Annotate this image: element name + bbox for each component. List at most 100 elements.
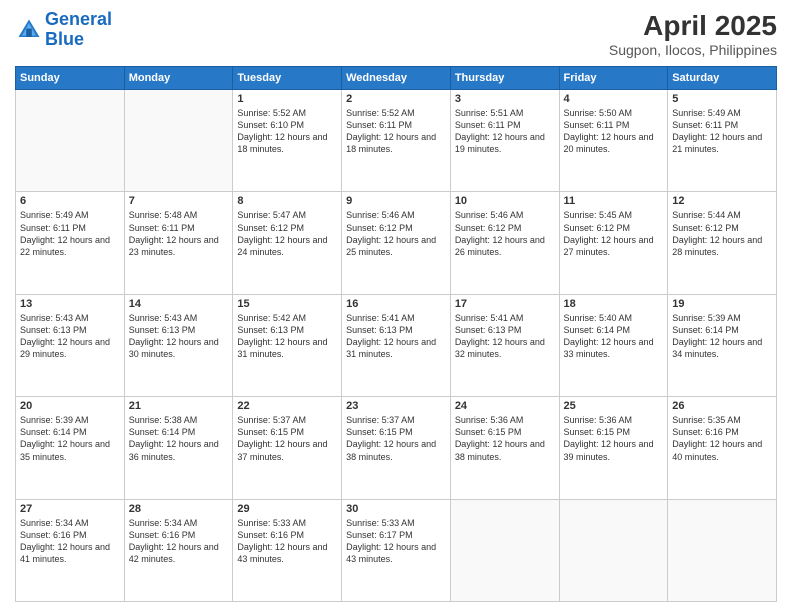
calendar-title: April 2025 xyxy=(609,10,777,42)
calendar-table: Sunday Monday Tuesday Wednesday Thursday… xyxy=(15,66,777,602)
table-row xyxy=(559,499,668,601)
col-friday: Friday xyxy=(559,67,668,90)
logo-line2: Blue xyxy=(45,29,84,49)
day-info: Sunrise: 5:35 AMSunset: 6:16 PMDaylight:… xyxy=(672,414,772,463)
table-row: 9 Sunrise: 5:46 AMSunset: 6:12 PMDaylight… xyxy=(342,192,451,294)
table-row: 7 Sunrise: 5:48 AMSunset: 6:11 PMDaylight… xyxy=(124,192,233,294)
day-info: Sunrise: 5:38 AMSunset: 6:14 PMDaylight:… xyxy=(129,414,229,463)
day-info: Sunrise: 5:36 AMSunset: 6:15 PMDaylight:… xyxy=(564,414,664,463)
day-info: Sunrise: 5:42 AMSunset: 6:13 PMDaylight:… xyxy=(237,312,337,361)
day-info: Sunrise: 5:39 AMSunset: 6:14 PMDaylight:… xyxy=(20,414,120,463)
day-number: 15 xyxy=(237,298,337,310)
day-number: 26 xyxy=(672,400,772,412)
day-number: 21 xyxy=(129,400,229,412)
day-number: 24 xyxy=(455,400,555,412)
day-number: 9 xyxy=(346,195,446,207)
day-info: Sunrise: 5:46 AMSunset: 6:12 PMDaylight:… xyxy=(346,209,446,258)
day-number: 4 xyxy=(564,93,664,105)
day-number: 29 xyxy=(237,503,337,515)
table-row: 11 Sunrise: 5:45 AMSunset: 6:12 PMDayligh… xyxy=(559,192,668,294)
day-number: 2 xyxy=(346,93,446,105)
calendar-week-row: 13Sunrise: 5:43 AMSunset: 6:13 PMDayligh… xyxy=(16,294,777,396)
day-number: 17 xyxy=(455,298,555,310)
table-row: 6 Sunrise: 5:49 AMSunset: 6:11 PMDaylight… xyxy=(16,192,125,294)
day-number: 28 xyxy=(129,503,229,515)
day-number: 27 xyxy=(20,503,120,515)
day-number: 14 xyxy=(129,298,229,310)
col-monday: Monday xyxy=(124,67,233,90)
table-row: 21 Sunrise: 5:38 AMSunset: 6:14 PMDayligh… xyxy=(124,397,233,499)
day-info: Sunrise: 5:34 AMSunset: 6:16 PMDaylight:… xyxy=(20,517,120,566)
table-row: 25 Sunrise: 5:36 AMSunset: 6:15 PMDayligh… xyxy=(559,397,668,499)
table-row: 15 Sunrise: 5:42 AMSunset: 6:13 PMDayligh… xyxy=(233,294,342,396)
table-row: 26 Sunrise: 5:35 AMSunset: 6:16 PMDayligh… xyxy=(668,397,777,499)
table-row: 5 Sunrise: 5:49 AMSunset: 6:11 PMDaylight… xyxy=(668,90,777,192)
table-row: 13Sunrise: 5:43 AMSunset: 6:13 PMDayligh… xyxy=(16,294,125,396)
day-number: 30 xyxy=(346,503,446,515)
calendar-week-row: 1 Sunrise: 5:52 AMSunset: 6:10 PMDaylight… xyxy=(16,90,777,192)
title-block: April 2025 Sugpon, Ilocos, Philippines xyxy=(609,10,777,58)
table-row xyxy=(450,499,559,601)
day-info: Sunrise: 5:40 AMSunset: 6:14 PMDaylight:… xyxy=(564,312,664,361)
day-number: 23 xyxy=(346,400,446,412)
day-number: 18 xyxy=(564,298,664,310)
table-row xyxy=(668,499,777,601)
col-wednesday: Wednesday xyxy=(342,67,451,90)
header: General Blue April 2025 Sugpon, Ilocos, … xyxy=(15,10,777,58)
table-row: 22 Sunrise: 5:37 AMSunset: 6:15 PMDayligh… xyxy=(233,397,342,499)
table-row: 1 Sunrise: 5:52 AMSunset: 6:10 PMDaylight… xyxy=(233,90,342,192)
col-sunday: Sunday xyxy=(16,67,125,90)
table-row xyxy=(16,90,125,192)
table-row: 2 Sunrise: 5:52 AMSunset: 6:11 PMDaylight… xyxy=(342,90,451,192)
day-info: Sunrise: 5:34 AMSunset: 6:16 PMDaylight:… xyxy=(129,517,229,566)
day-info: Sunrise: 5:49 AMSunset: 6:11 PMDaylight:… xyxy=(672,107,772,156)
table-row: 30Sunrise: 5:33 AMSunset: 6:17 PMDayligh… xyxy=(342,499,451,601)
day-info: Sunrise: 5:41 AMSunset: 6:13 PMDaylight:… xyxy=(455,312,555,361)
table-row: 24Sunrise: 5:36 AMSunset: 6:15 PMDayligh… xyxy=(450,397,559,499)
calendar-week-row: 27 Sunrise: 5:34 AMSunset: 6:16 PMDayligh… xyxy=(16,499,777,601)
day-number: 16 xyxy=(346,298,446,310)
day-number: 10 xyxy=(455,195,555,207)
day-info: Sunrise: 5:46 AMSunset: 6:12 PMDaylight:… xyxy=(455,209,555,258)
day-number: 8 xyxy=(237,195,337,207)
day-info: Sunrise: 5:52 AMSunset: 6:11 PMDaylight:… xyxy=(346,107,446,156)
page: General Blue April 2025 Sugpon, Ilocos, … xyxy=(0,0,792,612)
day-number: 22 xyxy=(237,400,337,412)
table-row: 18 Sunrise: 5:40 AMSunset: 6:14 PMDayligh… xyxy=(559,294,668,396)
day-info: Sunrise: 5:39 AMSunset: 6:14 PMDaylight:… xyxy=(672,312,772,361)
day-number: 11 xyxy=(564,195,664,207)
day-info: Sunrise: 5:37 AMSunset: 6:15 PMDaylight:… xyxy=(237,414,337,463)
day-info: Sunrise: 5:47 AMSunset: 6:12 PMDaylight:… xyxy=(237,209,337,258)
day-info: Sunrise: 5:52 AMSunset: 6:10 PMDaylight:… xyxy=(237,107,337,156)
table-row: 27 Sunrise: 5:34 AMSunset: 6:16 PMDayligh… xyxy=(16,499,125,601)
table-row: 4 Sunrise: 5:50 AMSunset: 6:11 PMDaylight… xyxy=(559,90,668,192)
day-number: 1 xyxy=(237,93,337,105)
day-info: Sunrise: 5:50 AMSunset: 6:11 PMDaylight:… xyxy=(564,107,664,156)
day-info: Sunrise: 5:48 AMSunset: 6:11 PMDaylight:… xyxy=(129,209,229,258)
table-row: 20Sunrise: 5:39 AMSunset: 6:14 PMDayligh… xyxy=(16,397,125,499)
day-info: Sunrise: 5:49 AMSunset: 6:11 PMDaylight:… xyxy=(20,209,120,258)
table-row: 3Sunrise: 5:51 AMSunset: 6:11 PMDaylight… xyxy=(450,90,559,192)
day-info: Sunrise: 5:45 AMSunset: 6:12 PMDaylight:… xyxy=(564,209,664,258)
day-info: Sunrise: 5:33 AMSunset: 6:16 PMDaylight:… xyxy=(237,517,337,566)
table-row: 14 Sunrise: 5:43 AMSunset: 6:13 PMDayligh… xyxy=(124,294,233,396)
table-row: 17 Sunrise: 5:41 AMSunset: 6:13 PMDayligh… xyxy=(450,294,559,396)
day-number: 7 xyxy=(129,195,229,207)
logo-text: General Blue xyxy=(45,10,112,50)
table-row: 19Sunrise: 5:39 AMSunset: 6:14 PMDayligh… xyxy=(668,294,777,396)
table-row: 29 Sunrise: 5:33 AMSunset: 6:16 PMDayligh… xyxy=(233,499,342,601)
day-number: 6 xyxy=(20,195,120,207)
calendar-subtitle: Sugpon, Ilocos, Philippines xyxy=(609,42,777,58)
day-number: 25 xyxy=(564,400,664,412)
day-info: Sunrise: 5:37 AMSunset: 6:15 PMDaylight:… xyxy=(346,414,446,463)
col-saturday: Saturday xyxy=(668,67,777,90)
day-info: Sunrise: 5:43 AMSunset: 6:13 PMDaylight:… xyxy=(129,312,229,361)
day-number: 5 xyxy=(672,93,772,105)
day-number: 3 xyxy=(455,93,555,105)
table-row: 10 Sunrise: 5:46 AMSunset: 6:12 PMDayligh… xyxy=(450,192,559,294)
logo: General Blue xyxy=(15,10,112,50)
table-row: 12Sunrise: 5:44 AMSunset: 6:12 PMDayligh… xyxy=(668,192,777,294)
table-row xyxy=(124,90,233,192)
calendar-week-row: 20Sunrise: 5:39 AMSunset: 6:14 PMDayligh… xyxy=(16,397,777,499)
table-row: 28 Sunrise: 5:34 AMSunset: 6:16 PMDayligh… xyxy=(124,499,233,601)
